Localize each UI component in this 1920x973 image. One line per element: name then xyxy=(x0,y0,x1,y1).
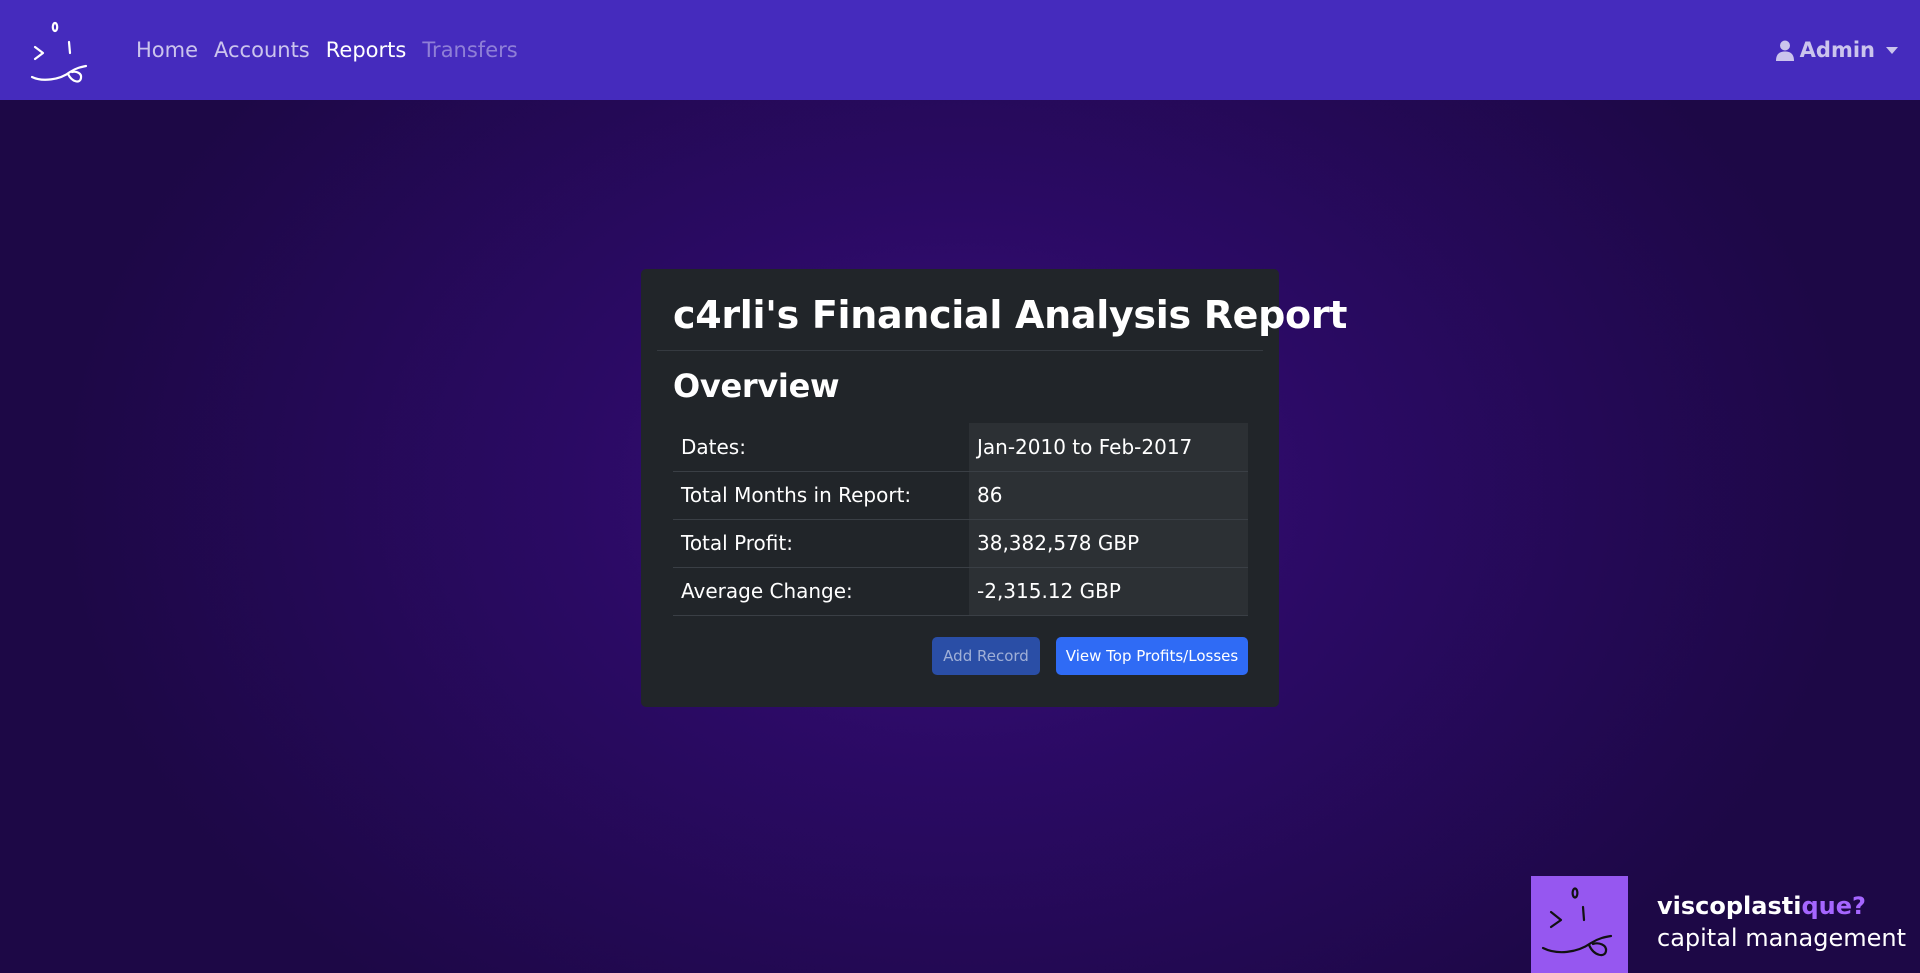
row-label: Total Profit: xyxy=(673,519,969,568)
footer-brand: viscoplastique? capital management xyxy=(1531,876,1920,973)
row-value: -2,315.12 GBP xyxy=(969,567,1248,616)
smiley-face-logo-icon[interactable] xyxy=(28,16,98,86)
row-value: 86 xyxy=(969,471,1248,520)
company-tagline: capital management xyxy=(1657,924,1906,952)
admin-label: Admin xyxy=(1799,38,1875,62)
table-row: Total Profit: 38,382,578 GBP xyxy=(673,519,1248,568)
view-top-profits-losses-button[interactable]: View Top Profits/Losses xyxy=(1056,637,1248,675)
nav-link-transfers: Transfers xyxy=(422,38,518,62)
table-row: Total Months in Report: 86 xyxy=(673,471,1248,520)
overview-heading: Overview xyxy=(673,367,840,405)
row-label: Dates: xyxy=(673,423,969,472)
add-record-button[interactable]: Add Record xyxy=(932,637,1040,675)
row-value: 38,382,578 GBP xyxy=(969,519,1248,568)
nav-links: Home Accounts Reports Transfers xyxy=(136,0,534,100)
nav-link-accounts[interactable]: Accounts xyxy=(214,38,310,62)
row-value: Jan-2010 to Feb-2017 xyxy=(969,423,1248,472)
smiley-face-logo-icon xyxy=(1541,887,1613,957)
company-name: viscoplastique? xyxy=(1657,892,1866,920)
row-label: Total Months in Report: xyxy=(673,471,969,520)
title-divider xyxy=(657,350,1263,351)
company-name-accent: que? xyxy=(1801,892,1866,920)
top-navbar: Home Accounts Reports Transfers Admin xyxy=(0,0,1920,100)
report-card: c4rli's Financial Analysis Report Overvi… xyxy=(641,269,1347,707)
footer-logo xyxy=(1531,876,1628,973)
company-name-main: viscoplasti xyxy=(1657,892,1802,920)
user-icon xyxy=(1775,40,1794,61)
nav-link-home[interactable]: Home xyxy=(136,38,198,62)
admin-user-menu[interactable]: Admin xyxy=(1775,0,1898,100)
chevron-down-icon xyxy=(1886,46,1898,54)
table-row: Average Change: -2,315.12 GBP xyxy=(673,567,1248,616)
row-label: Average Change: xyxy=(673,567,969,616)
table-row: Dates: Jan-2010 to Feb-2017 xyxy=(673,423,1248,472)
overview-table: Dates: Jan-2010 to Feb-2017 Total Months… xyxy=(673,423,1248,616)
nav-link-reports[interactable]: Reports xyxy=(326,38,407,62)
report-title: c4rli's Financial Analysis Report xyxy=(673,293,1348,337)
